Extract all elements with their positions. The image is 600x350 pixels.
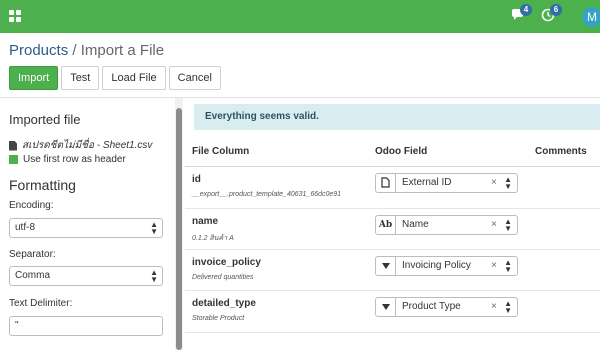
row-detailed-type-sample: Storable Product (192, 315, 245, 322)
separator-value: Comma (15, 270, 51, 281)
first-row-header-label: Use first row as header (23, 154, 126, 165)
import-toolbar: Import Test Load File Cancel (9, 66, 221, 90)
row-id-column-name: id (192, 174, 201, 185)
formatting-title: Formatting (9, 177, 76, 193)
row-detailed-type-field-value: Product Type (402, 301, 461, 312)
odoo-field-header: Odoo Field (375, 146, 428, 157)
row-name-column-name: name (192, 216, 219, 227)
row-id-sample: __export__.product_template_40631_66dc0e… (192, 191, 342, 198)
activity-count-badge: 6 (550, 4, 562, 16)
separator-label: Separator: (9, 249, 56, 260)
user-avatar[interactable]: M (582, 7, 600, 27)
breadcrumb: Products / Import a File (9, 42, 164, 59)
select-arrows-icon: ▲ ▼ (504, 299, 512, 315)
row-invoice-policy-odoo-field-select[interactable]: Invoicing Policy × ▲ ▼ (375, 256, 518, 276)
dropdown-triangle-icon (376, 298, 396, 316)
row-id-odoo-field-select[interactable]: External ID × ▲ ▼ (375, 173, 518, 193)
text-delimiter-value: " (15, 320, 19, 331)
clear-icon[interactable]: × (491, 257, 497, 275)
text-delimiter-label: Text Delimiter: (9, 298, 73, 309)
select-arrows-icon: ▲ ▼ (504, 258, 512, 274)
clear-icon[interactable]: × (491, 216, 497, 234)
breadcrumb-current: Import a File (80, 42, 165, 59)
row-divider (185, 332, 600, 333)
first-row-header-checkbox[interactable] (9, 155, 18, 164)
row-divider (185, 290, 600, 291)
test-button[interactable]: Test (61, 66, 100, 90)
load-file-button[interactable]: Load File (102, 66, 166, 90)
activity-button[interactable]: 6 (541, 4, 562, 26)
file-column-header: File Column (192, 146, 250, 157)
sidebar-scrollbar-thumb[interactable] (176, 108, 182, 350)
dropdown-triangle-icon (376, 257, 396, 275)
cancel-button[interactable]: Cancel (168, 66, 221, 90)
encoding-select[interactable]: utf-8 ▲ ▼ (9, 218, 163, 238)
text-delimiter-input[interactable]: " (9, 316, 163, 336)
first-row-header-option[interactable]: Use first row as header (9, 154, 126, 165)
imported-file-title: Imported file (9, 112, 81, 127)
row-invoice-policy-field-value: Invoicing Policy (402, 260, 471, 271)
row-divider (185, 249, 600, 250)
select-arrows-icon: ▲ ▼ (504, 175, 512, 191)
select-arrows-icon: ▲ ▼ (150, 268, 158, 284)
chat-button[interactable]: 4 (511, 4, 532, 26)
row-id-field-value: External ID (402, 177, 452, 188)
chat-count-badge: 4 (520, 4, 532, 16)
encoding-label: Encoding: (9, 200, 54, 211)
separator-select[interactable]: Comma ▲ ▼ (9, 266, 163, 286)
breadcrumb-products-link[interactable]: Products (9, 42, 68, 59)
row-invoice-policy-sample: Delivered quantities (192, 274, 254, 281)
row-name-sample: 0.1.2 สินค้า A (192, 235, 234, 242)
top-navbar: 4 6 M (0, 0, 600, 33)
clear-icon[interactable]: × (491, 298, 497, 316)
file-name-text: สเปรดชีตไม่มีชื่อ - Sheet1.csv (22, 140, 153, 151)
document-icon (376, 174, 396, 192)
comments-header: Comments (535, 146, 587, 157)
select-arrows-icon: ▲ ▼ (150, 220, 158, 236)
imported-file-name: สเปรดชีตไม่มีชื่อ - Sheet1.csv (9, 138, 152, 153)
clear-icon[interactable]: × (491, 174, 497, 192)
row-name-field-value: Name (402, 219, 429, 230)
row-detailed-type-odoo-field-select[interactable]: Product Type × ▲ ▼ (375, 297, 518, 317)
table-header-divider (185, 166, 600, 167)
row-detailed-type-column-name: detailed_type (192, 298, 256, 309)
apps-menu-icon[interactable] (9, 10, 21, 22)
select-arrows-icon: ▲ ▼ (504, 217, 512, 233)
row-name-odoo-field-select[interactable]: Ab Name × ▲ ▼ (375, 215, 518, 235)
breadcrumb-separator: / (72, 42, 77, 59)
row-invoice-policy-column-name: invoice_policy (192, 257, 261, 268)
encoding-value: utf-8 (15, 222, 36, 233)
text-ab-icon: Ab (376, 216, 396, 234)
import-button[interactable]: Import (9, 66, 59, 90)
validation-alert: Everything seems valid. (194, 104, 600, 130)
file-icon (9, 140, 17, 151)
row-divider (185, 208, 600, 209)
